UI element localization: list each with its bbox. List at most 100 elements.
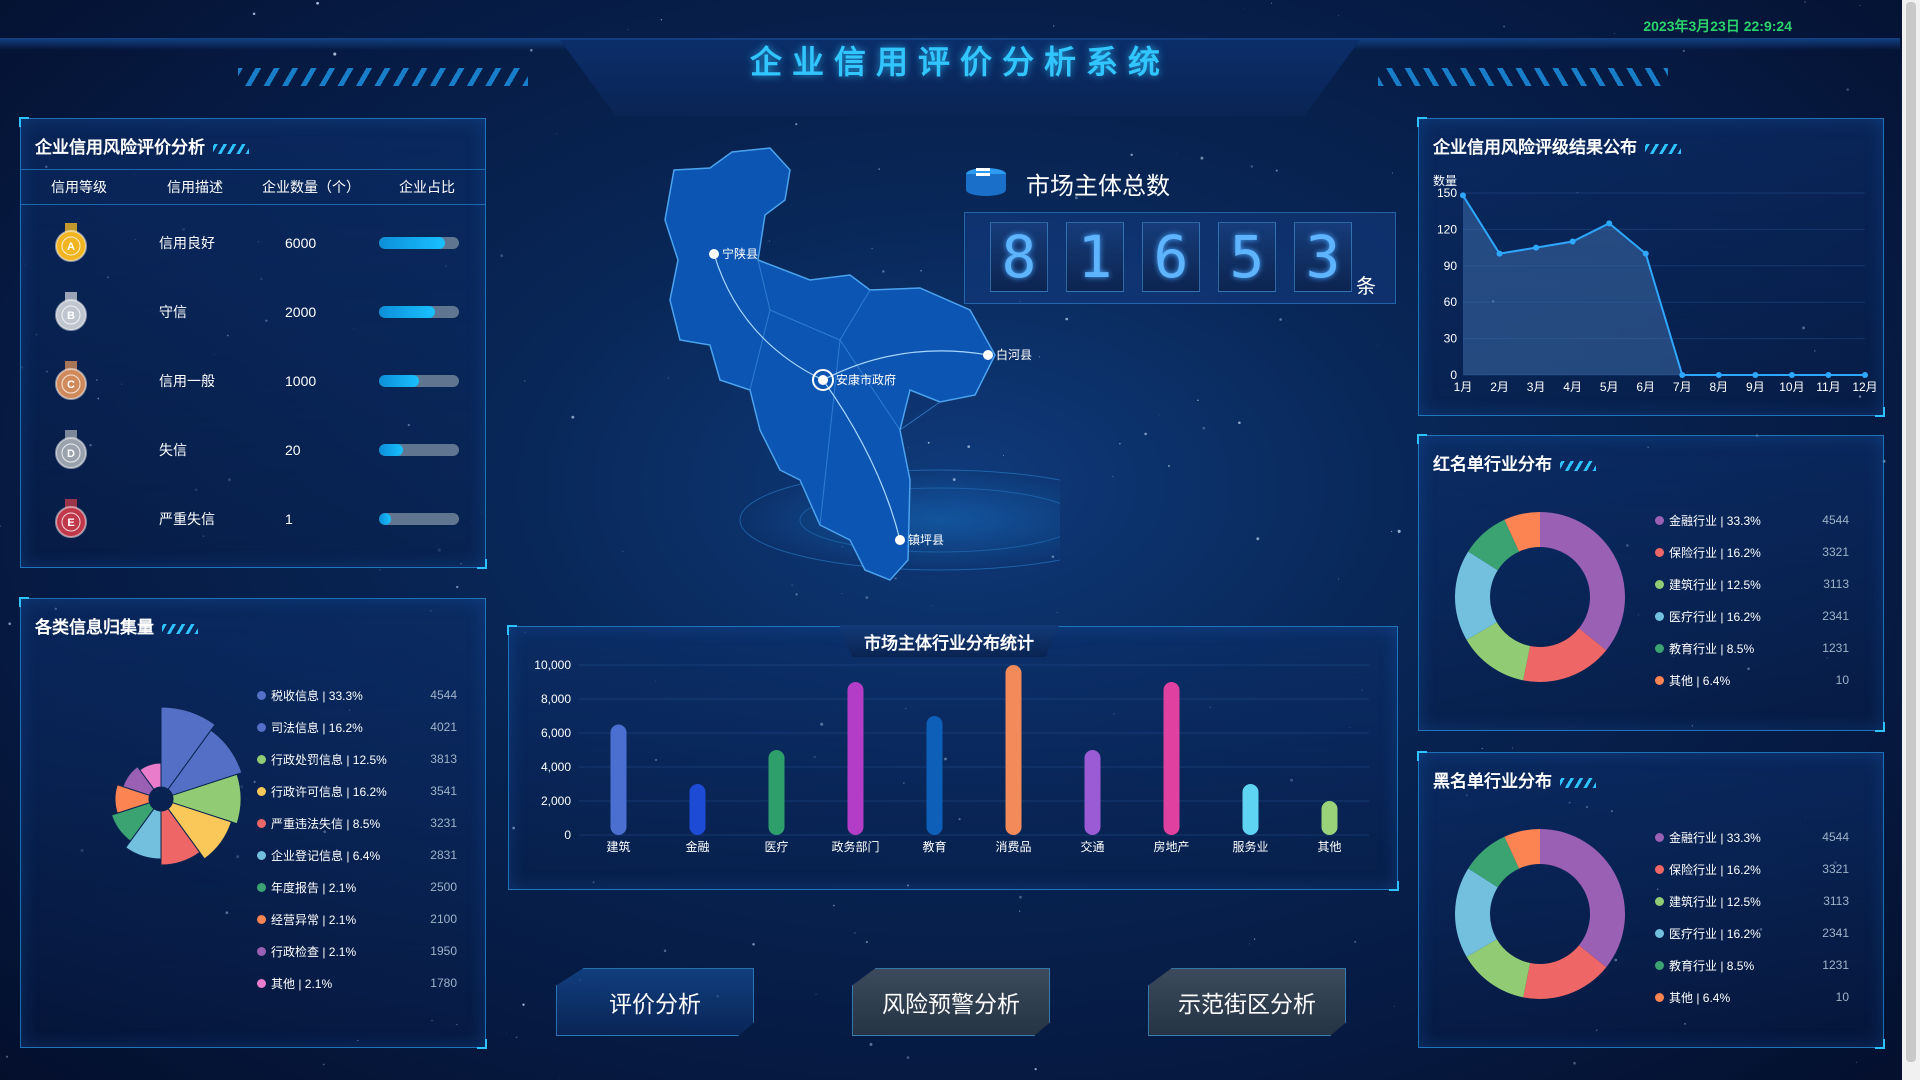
legend-item[interactable]: 金融行业 | 33.3% 4544 — [1655, 504, 1849, 536]
black-list-panel: 黑名单行业分布 金融行业 | 33.3% 4544 保险行业 | 16.2% 3321… — [1417, 751, 1885, 1049]
star — [1052, 25, 1055, 27]
line-point[interactable] — [1788, 372, 1795, 378]
legend-item[interactable]: 金融行业 | 33.3% 4544 — [1655, 821, 1849, 853]
bar[interactable] — [610, 724, 627, 836]
star — [252, 12, 256, 16]
legend-label: 行政处罚信息 | 12.5% — [271, 752, 387, 767]
y-tick-label: 30 — [1444, 332, 1458, 346]
legend-value: 2341 — [1822, 926, 1849, 940]
legend-item[interactable]: 年度报告 | 2.1% 2500 — [257, 871, 457, 903]
x-tick-label: 7月 — [1673, 380, 1692, 394]
star — [1275, 169, 1278, 172]
legend-label: 教育行业 | 8.5% — [1669, 958, 1755, 973]
line-point[interactable] — [1569, 238, 1576, 245]
legend-item[interactable]: 医疗行业 | 16.2% 2341 — [1655, 600, 1849, 632]
star — [8, 622, 11, 626]
legend-item[interactable]: 医疗行业 | 16.2% 2341 — [1655, 917, 1849, 949]
legend-value: 2341 — [1822, 609, 1849, 623]
legend-item[interactable]: 建筑行业 | 12.5% 3113 — [1655, 568, 1849, 600]
legend-item[interactable]: 司法信息 | 16.2% 4021 — [257, 711, 457, 743]
line-point[interactable] — [1862, 372, 1868, 378]
donut-slice[interactable] — [1540, 829, 1625, 968]
evaluation-analysis-button[interactable]: 评价分析 — [556, 968, 754, 1036]
grade-a-medal-icon: A — [55, 223, 87, 262]
credit-ratio-fill — [379, 375, 419, 387]
bar[interactable] — [1321, 801, 1338, 835]
line-point[interactable] — [1752, 372, 1759, 378]
x-tick-label: 建筑 — [606, 839, 630, 854]
legend-item[interactable]: 教育行业 | 8.5% 1231 — [1655, 949, 1849, 981]
line-point[interactable] — [1496, 250, 1503, 257]
line-point[interactable] — [1533, 244, 1540, 251]
legend-item[interactable]: 教育行业 | 8.5% 1231 — [1655, 632, 1849, 664]
star — [1065, 317, 1069, 321]
star — [456, 585, 459, 589]
bar[interactable] — [926, 716, 943, 835]
bar[interactable] — [1242, 784, 1259, 835]
line-point[interactable] — [1642, 250, 1649, 257]
star — [815, 993, 817, 995]
legend-item[interactable]: 行政处罚信息 | 12.5% 3813 — [257, 743, 457, 775]
legend-item[interactable]: 其他 | 6.4% 10 — [1655, 664, 1849, 696]
star — [1338, 578, 1339, 580]
counter-unit: 条 — [1356, 276, 1376, 298]
line-point[interactable] — [1606, 220, 1613, 227]
line-point[interactable] — [1825, 372, 1832, 378]
legend-item[interactable]: 行政检查 | 2.1% 1950 — [257, 935, 457, 967]
legend-label: 医疗行业 | 16.2% — [1669, 609, 1761, 624]
legend-item[interactable]: 经营异常 | 2.1% 2100 — [257, 903, 457, 935]
map-marker-zhenping[interactable] — [895, 535, 905, 545]
legend-item[interactable]: 其他 | 2.1% 1780 — [257, 967, 457, 999]
demo-district-button[interactable]: 示范街区分析 — [1148, 968, 1346, 1036]
legend-label: 金融行业 | 33.3% — [1669, 830, 1761, 845]
legend-item[interactable]: 保险行业 | 16.2% 3321 — [1655, 853, 1849, 885]
x-tick-label: 4月 — [1563, 380, 1582, 394]
star — [1804, 1, 1806, 3]
bar[interactable] — [1084, 750, 1101, 835]
x-tick-label: 5月 — [1600, 380, 1619, 394]
legend-dot — [257, 882, 266, 892]
line-point[interactable] — [1679, 372, 1686, 378]
map-marker-baihe[interactable] — [983, 350, 993, 360]
legend-item[interactable]: 建筑行业 | 12.5% 3113 — [1655, 885, 1849, 917]
credit-count: 20 — [285, 442, 301, 458]
page-scrollbar[interactable] — [1902, 0, 1920, 1080]
map-label: 白河县 — [996, 347, 1032, 362]
bar[interactable] — [847, 682, 864, 835]
star — [1176, 153, 1178, 155]
star — [1168, 465, 1170, 467]
star — [1112, 475, 1114, 477]
bar[interactable] — [1163, 682, 1180, 835]
map-marker-ningshan[interactable] — [709, 249, 719, 259]
star — [622, 550, 624, 552]
scrollbar-thumb[interactable] — [1906, 2, 1916, 1062]
legend-item[interactable]: 税收信息 | 33.3% 4544 — [257, 679, 457, 711]
legend-dot — [1655, 896, 1664, 906]
risk-warning-button[interactable]: 风险预警分析 — [852, 968, 1050, 1036]
star — [1682, 49, 1686, 53]
info-legend: 税收信息 | 33.3% 4544 司法信息 | 16.2% 4021 行政处罚信息 |… — [257, 679, 457, 999]
x-tick-label: 教育 — [922, 839, 946, 854]
star — [1376, 345, 1378, 346]
star — [1397, 529, 1401, 533]
bar[interactable] — [768, 750, 785, 835]
star — [559, 1078, 560, 1079]
legend-item[interactable]: 企业登记信息 | 6.4% 2831 — [257, 839, 457, 871]
legend-item[interactable]: 严重违法失信 | 8.5% 3231 — [257, 807, 457, 839]
line-point[interactable] — [1460, 192, 1466, 199]
star — [1034, 1068, 1037, 1071]
star — [869, 1042, 873, 1046]
star — [931, 605, 933, 607]
info-collection-panel: 各类信息归集量 税收信息 | 33.3% 4544 司法信息 | 16.2% 4021… — [19, 597, 487, 1049]
region-map: 宁陕县 白河县 安康市政府 镇坪县 — [664, 147, 1060, 581]
legend-item[interactable]: 保险行业 | 16.2% 3321 — [1655, 536, 1849, 568]
line-point[interactable] — [1715, 372, 1722, 378]
legend-dot — [257, 978, 266, 988]
bar[interactable] — [689, 784, 706, 835]
star — [571, 415, 575, 419]
donut-slice[interactable] — [1540, 512, 1625, 651]
legend-item[interactable]: 其他 | 6.4% 10 — [1655, 981, 1849, 1013]
bar[interactable] — [1005, 665, 1022, 835]
counter-digit: 3 — [1294, 222, 1352, 292]
legend-item[interactable]: 行政许可信息 | 16.2% 3541 — [257, 775, 457, 807]
